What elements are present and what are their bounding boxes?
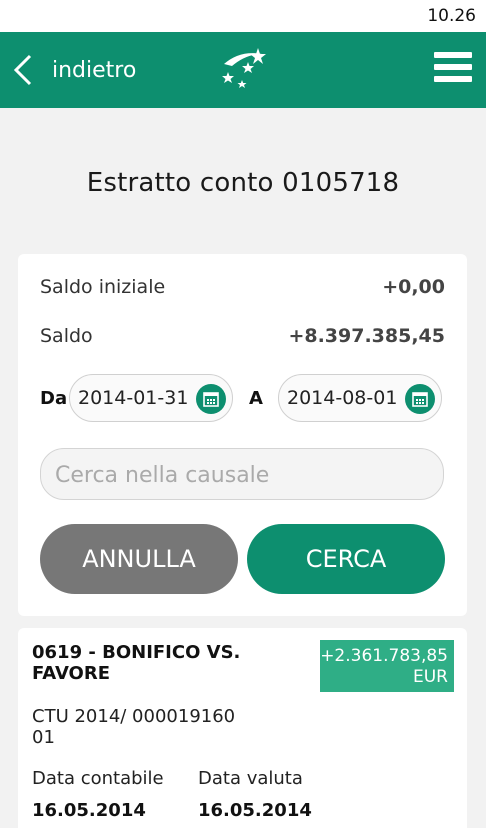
search-button[interactable]: CERCA — [247, 524, 445, 594]
page-title: Estratto conto 0105718 — [86, 168, 400, 198]
status-bar: 10.26 — [0, 0, 486, 32]
from-date-field[interactable]: 2014-01-31 — [69, 374, 233, 422]
to-date-value: 2014-08-01 — [287, 387, 398, 409]
to-date-label: A — [249, 388, 263, 409]
accounting-date-label: Data contabile — [32, 768, 164, 789]
app-header: indietro — [0, 32, 486, 108]
calendar-icon[interactable] — [405, 384, 435, 414]
search-input[interactable]: Cerca nella causale — [40, 448, 444, 500]
transaction-amount-badge: +2.361.783,85 EUR — [320, 640, 454, 692]
transaction-title: 0619 - BONIFICO VS. FAVORE — [32, 642, 241, 684]
from-date-value: 2014-01-31 — [78, 387, 189, 409]
transaction-card[interactable]: 0619 - BONIFICO VS. FAVORE +2.361.783,85… — [18, 628, 467, 828]
status-time: 10.26 — [427, 6, 476, 26]
from-date-label: Da — [40, 388, 68, 409]
bnl-stars-logo-icon — [222, 48, 266, 88]
balance-value: +8.397.385,45 — [288, 325, 445, 347]
transaction-description: CTU 2014/ 000019160 01 — [32, 706, 236, 748]
back-label: indietro — [52, 57, 137, 83]
chevron-left-icon — [13, 54, 32, 86]
balance-label: Saldo — [40, 325, 93, 347]
value-date-value: 16.05.2014 — [198, 800, 312, 821]
transaction-amount: +2.361.783,85 — [320, 646, 448, 666]
back-button[interactable]: indietro — [10, 52, 136, 88]
value-date-label: Data valuta — [198, 768, 303, 789]
accounting-date-value: 16.05.2014 — [32, 800, 146, 821]
calendar-icon[interactable] — [196, 384, 226, 414]
opening-balance-label: Saldo iniziale — [40, 276, 166, 298]
opening-balance-value: +0,00 — [382, 276, 445, 298]
hamburger-menu-icon[interactable] — [434, 52, 472, 88]
to-date-field[interactable]: 2014-08-01 — [278, 374, 442, 422]
cancel-button[interactable]: ANNULLA — [40, 524, 238, 594]
statement-filter-card: Saldo iniziale +0,00 Saldo +8.397.385,45… — [18, 254, 467, 616]
transaction-currency: EUR — [413, 667, 448, 687]
